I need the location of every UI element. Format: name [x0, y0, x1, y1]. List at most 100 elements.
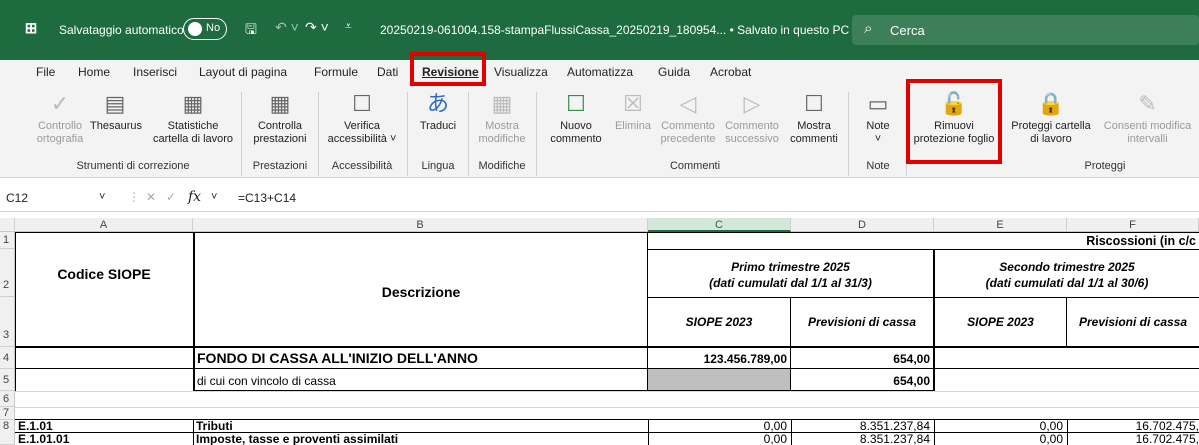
consenti-modifica-button[interactable]: ✎ Consenti modifica intervalli	[1100, 88, 1195, 146]
mostra-modifiche-button[interactable]: ▦ Mostra modifiche	[474, 88, 530, 146]
cell-b4[interactable]: FONDO DI CASSA ALL'INIZIO DELL'ANNO	[197, 350, 647, 368]
search-icon: ⌕	[864, 20, 873, 37]
cell-e7[interactable]: 0,00	[934, 420, 1066, 433]
traduci-button[interactable]: あ Traduci	[413, 88, 463, 133]
descrizione-header[interactable]: Descrizione	[195, 284, 647, 304]
tab-visualizza[interactable]: Visualizza	[494, 65, 548, 79]
siope-c-header[interactable]: SIOPE 2023	[648, 315, 790, 331]
search-placeholder: Cerca	[890, 23, 925, 38]
statistiche-button[interactable]: ▦ Statistiche cartella di lavoro	[150, 88, 236, 146]
name-box[interactable]: C12	[6, 191, 28, 205]
tab-inserisci[interactable]: Inserisci	[133, 65, 177, 79]
proteggi-cartella-button[interactable]: 🔒 Proteggi cartella di lavoro	[1006, 88, 1096, 146]
tab-automatizza[interactable]: Automatizza	[567, 65, 633, 79]
secondo-trimestre[interactable]: Secondo trimestre 2025	[935, 260, 1199, 275]
tab-acrobat[interactable]: Acrobat	[710, 65, 751, 79]
cell-b8[interactable]: Imposte, tasse e proventi assimilati	[196, 433, 646, 445]
cell-d5[interactable]: 654,00	[791, 374, 933, 389]
tab-layout[interactable]: Layout di pagina	[199, 65, 287, 79]
toggle-state: No	[206, 22, 221, 34]
siope-e-header[interactable]: SIOPE 2023	[935, 315, 1066, 331]
ribbon-separator	[468, 92, 469, 176]
cell-d8[interactable]: 8.351.237,84	[791, 433, 933, 445]
row-header[interactable]: 2	[0, 249, 15, 297]
border	[193, 419, 194, 445]
verifica-accessibilita-button[interactable]: ☐ Verifica accessibilità ˅	[324, 88, 400, 146]
spreadsheet-grid[interactable]: A B C D E F 1 2 3 4 5 6 7 8 Riscossioni …	[0, 218, 1199, 445]
cell-a7[interactable]: E.1.01	[18, 420, 193, 433]
cell-a8[interactable]: E.1.01.01	[18, 433, 193, 445]
cell-c8[interactable]: 0,00	[648, 433, 790, 445]
ribbon-separator	[536, 92, 537, 176]
row-header[interactable]: 3	[0, 297, 15, 347]
row-header[interactable]: 8	[0, 420, 15, 445]
primo-trimestre[interactable]: Primo trimestre 2025	[648, 260, 933, 275]
excel-logo-icon: ⊞	[24, 20, 38, 37]
thesaurus-button[interactable]: ▤ Thesaurus	[90, 88, 142, 133]
tab-file[interactable]: File	[36, 65, 55, 79]
previsioni-d-header[interactable]: Previsioni di cassa	[791, 315, 933, 331]
border	[648, 249, 1199, 250]
next-comment-icon: ▷	[743, 91, 761, 116]
cell-d4[interactable]: 654,00	[791, 352, 933, 368]
enter-icon[interactable]: ✓	[166, 190, 176, 204]
secondo-dati[interactable]: (dati cumulati dal 1/1 al 30/6)	[935, 276, 1199, 291]
cell-d7[interactable]: 8.351.237,84	[791, 420, 933, 433]
column-header[interactable]: C	[648, 218, 791, 232]
row-header[interactable]: 4	[0, 347, 15, 369]
row-header[interactable]: 1	[0, 232, 15, 249]
autosave-toggle[interactable]: No	[183, 18, 227, 40]
chevron-down-icon[interactable]: ˅	[211, 191, 217, 203]
cancel-icon[interactable]: ✕	[146, 190, 156, 204]
column-header[interactable]: A	[15, 218, 193, 232]
formula-content[interactable]: =C13+C14	[238, 191, 296, 205]
commento-successivo-button[interactable]: ▷ Commento successivo	[720, 88, 784, 146]
fx-icon[interactable]: fx	[188, 189, 201, 205]
controllo-ortografia-button[interactable]: ✓ Controllo ortografia	[30, 88, 90, 146]
cell-b5[interactable]: di cui con vincolo di cassa	[197, 374, 647, 389]
cell-c4[interactable]: 123.456.789,00	[648, 352, 790, 368]
cell-c7[interactable]: 0,00	[648, 420, 790, 433]
undo-icon[interactable]: ↶ ˅	[275, 19, 299, 36]
note-button[interactable]: ▭ Note ˅	[856, 88, 900, 146]
select-all-corner[interactable]	[0, 218, 15, 232]
statistics-icon: ▦	[182, 91, 204, 116]
elimina-button[interactable]: ☒ Elimina	[610, 88, 656, 133]
row-header[interactable]: 6	[0, 391, 15, 407]
tab-guida[interactable]: Guida	[658, 65, 690, 79]
border	[15, 232, 16, 391]
performance-icon: ▦	[269, 91, 291, 116]
allow-edit-ranges-icon: ✎	[1138, 91, 1157, 116]
tab-dati[interactable]: Dati	[377, 65, 398, 79]
row-header[interactable]: 7	[0, 407, 15, 420]
group-accessibilita: Accessibilità	[331, 160, 393, 172]
tab-home[interactable]: Home	[78, 65, 110, 79]
cell-e8[interactable]: 0,00	[934, 433, 1066, 445]
previsioni-f-header[interactable]: Previsioni di cassa	[1067, 315, 1199, 331]
row-header[interactable]: 5	[0, 369, 15, 391]
customize-qat-icon[interactable]: ⩡	[345, 19, 352, 34]
commento-precedente-button[interactable]: ◁ Commento precedente	[656, 88, 720, 146]
cell-f7[interactable]: 16.702.475,	[1067, 420, 1199, 433]
search-box[interactable]: ⌕ Cerca	[852, 15, 1199, 45]
column-header[interactable]: E	[934, 218, 1067, 232]
gray-cell	[648, 369, 791, 391]
save-icon[interactable]: 🖫	[245, 19, 257, 43]
primo-dati[interactable]: (dati cumulati dal 1/1 al 31/3)	[648, 276, 933, 291]
cell-b7[interactable]: Tributi	[196, 420, 646, 433]
riscossioni-header[interactable]: Riscossioni (in c/c	[1000, 233, 1199, 249]
redo-icon[interactable]: ↷ ˅	[305, 19, 329, 36]
controlla-prestazioni-button[interactable]: ▦ Controlla prestazioni	[248, 88, 312, 146]
chevron-down-icon[interactable]: ˅	[99, 191, 105, 203]
column-header[interactable]: D	[791, 218, 934, 232]
mostra-commenti-button[interactable]: ☐ Mostra commenti	[786, 88, 842, 146]
column-header[interactable]: F	[1067, 218, 1199, 232]
codice-siope-header[interactable]: Codice SIOPE	[15, 266, 193, 286]
nuovo-commento-button[interactable]: ☐ Nuovo commento	[548, 88, 604, 146]
cell-f8[interactable]: 16.702.475,	[1067, 433, 1199, 445]
ribbon: ✓ Controllo ortografia ▤ Thesaurus ▦ Sta…	[0, 86, 1199, 178]
column-header[interactable]: B	[193, 218, 648, 232]
tab-formule[interactable]: Formule	[314, 65, 358, 79]
document-title[interactable]: 20250219-061004.158-stampaFlussiCassa_20…	[380, 23, 861, 37]
ribbon-separator	[241, 92, 242, 176]
